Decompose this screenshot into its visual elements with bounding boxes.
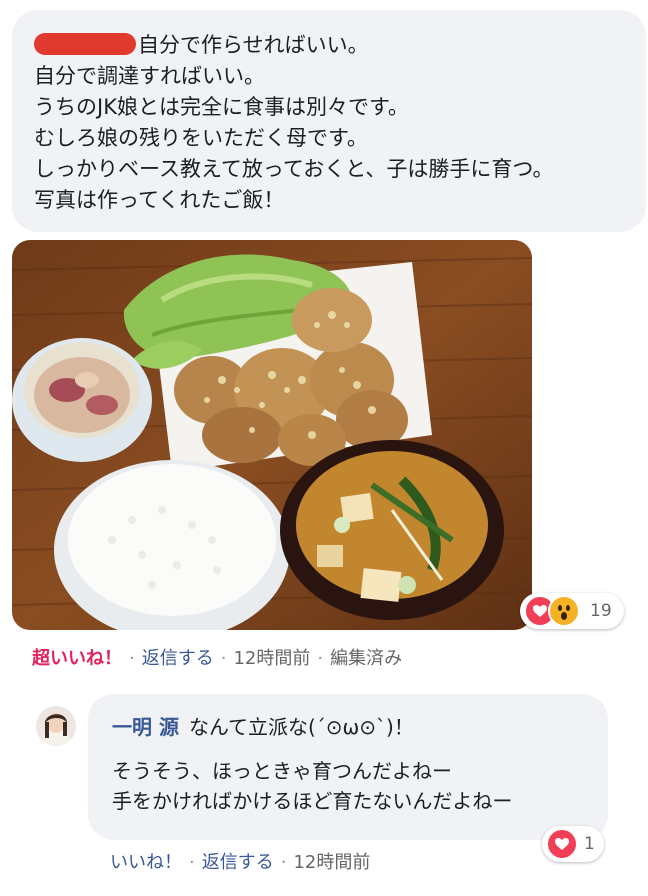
reply-reaction-count: 1: [584, 834, 595, 854]
wow-reaction-icon: [548, 595, 580, 627]
reply-reactions[interactable]: 1: [542, 826, 604, 862]
love-reaction-icon: [546, 828, 578, 860]
post-text-line-1: 自分で作らせればいい。: [34, 30, 626, 61]
reply-author-name[interactable]: 一明 源: [112, 715, 179, 739]
post-text-line-5: しっかりベース教えて放っておくと、子は勝手に育つ。: [34, 157, 554, 181]
reply-action-row: いいね！ · 返信する · 12時間前: [110, 848, 370, 874]
meal-photo-illustration: [12, 240, 532, 630]
redacted-name: [34, 33, 136, 55]
super-like-button[interactable]: 超いいね！: [32, 648, 122, 669]
reply-button[interactable]: 返信する: [142, 648, 214, 669]
post-text-line-3: うちのJK娘とは完全に食事は別々です。: [34, 95, 409, 119]
timestamp[interactable]: 12時間前: [293, 852, 370, 873]
edited-label[interactable]: 編集済み: [330, 648, 402, 669]
reply-text-line-3: 手をかければかけるほど育たないんだよねー: [112, 789, 513, 813]
reply-text-line-2: そうそう、ほっときゃ育つんだよねー: [112, 759, 452, 783]
post-text-line-2: 自分で調達すればいい。: [34, 64, 265, 88]
meal-photo[interactable]: [12, 240, 532, 630]
miso-soup-bowl: [280, 440, 504, 620]
post-text-line-4: むしろ娘の残りをいただく母です。: [34, 126, 368, 150]
reply-comment-bubble: 一明 源なんて立派な(´⊙ω⊙`)！ そうそう、ほっときゃ育つんだよねー 手をか…: [88, 694, 608, 840]
separator: ·: [129, 648, 135, 669]
post-reactions[interactable]: 19: [520, 593, 624, 629]
side-dish-bowl: [12, 338, 152, 462]
post-text-line-6: 写真は作ってくれたご飯！: [34, 188, 285, 212]
reply-text-line-1: 一明 源なんて立派な(´⊙ω⊙`)！: [112, 715, 414, 739]
post-comment-bubble: 自分で作らせればいい。 自分で調達すればいい。 うちのJK娘とは完全に食事は別々…: [12, 10, 646, 232]
reply-button[interactable]: 返信する: [202, 852, 274, 873]
separator: ·: [317, 648, 324, 669]
separator: ·: [220, 648, 227, 669]
timestamp[interactable]: 12時間前: [233, 648, 310, 669]
separator: ·: [189, 852, 195, 873]
post-action-row: 超いいね！ · 返信する · 12時間前 · 編集済み: [32, 644, 402, 670]
avatar[interactable]: [36, 706, 76, 746]
post-reaction-count: 19: [590, 601, 612, 621]
separator: ·: [280, 852, 287, 873]
like-button[interactable]: いいね！: [110, 852, 182, 873]
